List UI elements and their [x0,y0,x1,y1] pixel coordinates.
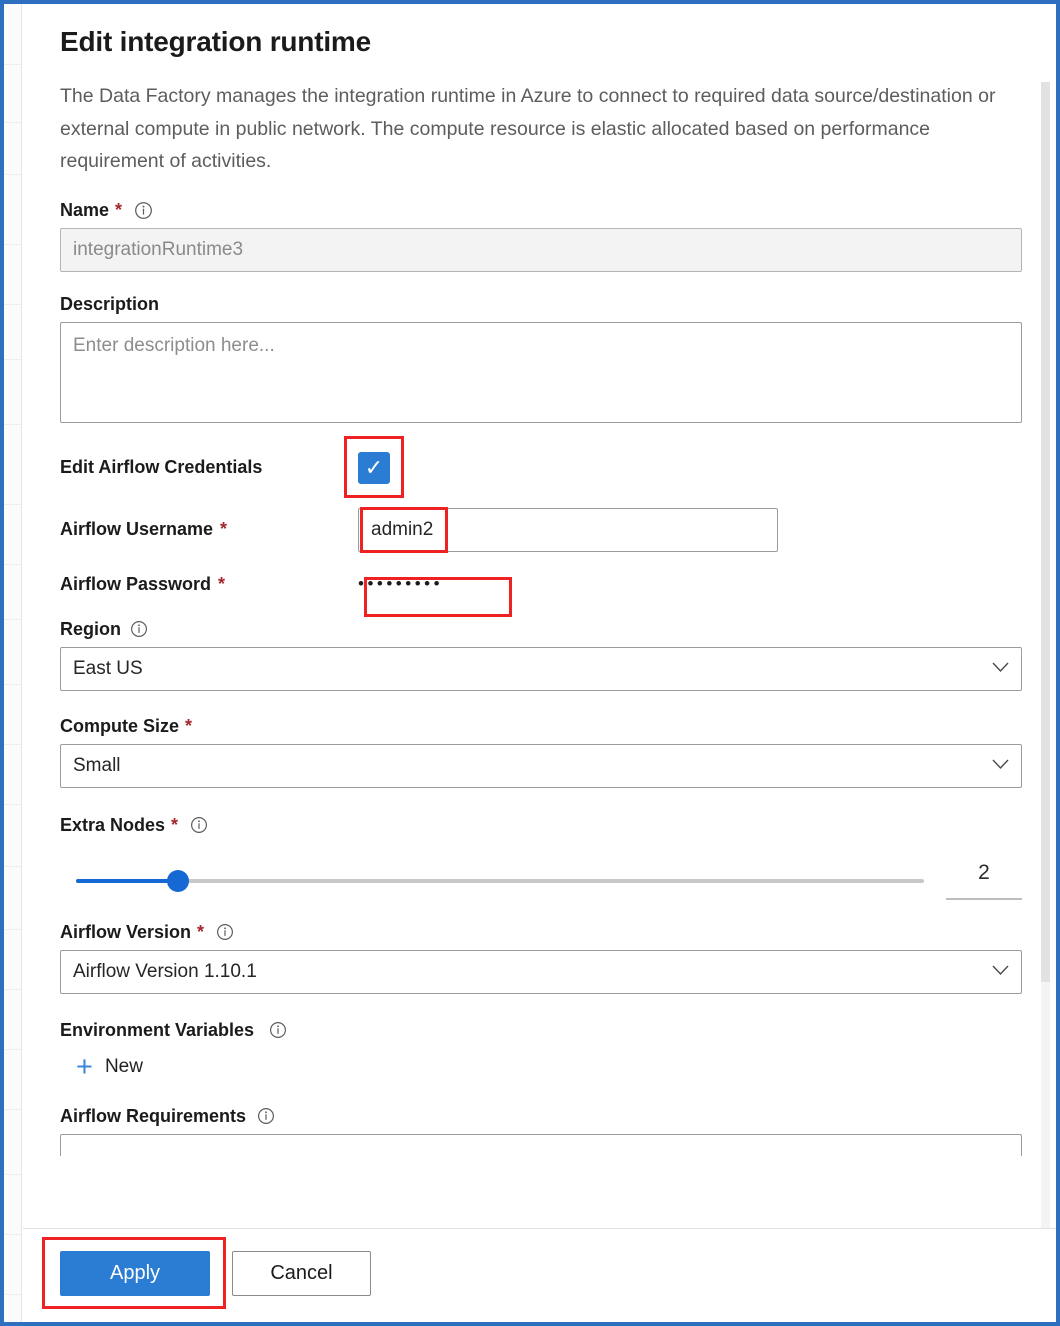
airflow-version-field-block: Airflow Version * Airflow Version 1.10.1 [60,922,1022,994]
airflow-version-label: Airflow Version * [60,922,1022,943]
blade-description-text: The Data Factory manages the integration… [60,80,1010,178]
airflow-username-required-marker: * [220,519,227,540]
info-circle-icon[interactable] [269,1021,287,1039]
airflow-requirements-label-text: Airflow Requirements [60,1106,246,1127]
info-circle-icon[interactable] [257,1107,275,1125]
description-label: Description [60,294,1022,315]
region-label: Region [60,619,1022,640]
apply-button[interactable]: Apply [60,1251,210,1296]
compute-size-selected-value: Small [73,755,121,777]
cancel-button[interactable]: Cancel [232,1251,371,1296]
environment-variables-label-text: Environment Variables [60,1020,254,1041]
cancel-button-label: Cancel [270,1262,332,1285]
airflow-password-control: ••••••••• [358,574,778,594]
edit-airflow-credentials-control: ✓ [358,452,778,484]
airflow-username-control [358,508,778,552]
airflow-password-row: Airflow Password * ••••••••• [60,574,1022,595]
plus-icon: + [76,1053,93,1082]
airflow-password-label: Airflow Password * [60,574,358,595]
description-textarea[interactable] [60,322,1022,423]
airflow-username-row: Airflow Username * [60,508,1022,552]
extra-nodes-label-text: Extra Nodes [60,815,165,836]
slider-fill [76,879,178,883]
description-field-block: Description [60,294,1022,428]
checkmark-icon: ✓ [365,457,383,479]
airflow-version-required-marker: * [197,922,204,943]
description-label-text: Description [60,294,159,315]
extra-nodes-slider[interactable] [76,866,924,896]
chevron-down-icon [992,964,1009,979]
info-circle-icon[interactable] [216,923,234,941]
extra-nodes-slider-row: 2 [60,862,1022,900]
slider-track [76,879,924,883]
compute-size-label: Compute Size * [60,716,1022,737]
edit-airflow-credentials-checkbox[interactable]: ✓ [358,452,390,484]
edit-airflow-credentials-label: Edit Airflow Credentials [60,457,358,478]
airflow-username-label: Airflow Username * [60,519,358,540]
name-required-marker: * [115,200,122,221]
airflow-requirements-field-block: Airflow Requirements [60,1106,1022,1156]
region-selected-value: East US [73,658,143,680]
airflow-username-input[interactable] [358,508,778,552]
page-title: Edit integration runtime [60,26,1022,58]
extra-nodes-required-marker: * [171,815,178,836]
slider-thumb[interactable] [167,870,189,892]
airflow-username-label-text: Airflow Username [60,519,213,540]
name-label: Name * [60,200,1022,221]
airflow-version-label-text: Airflow Version [60,922,191,943]
region-label-text: Region [60,619,121,640]
extra-nodes-value[interactable]: 2 [946,862,1022,900]
info-circle-icon[interactable] [130,620,148,638]
info-circle-icon[interactable] [190,816,208,834]
environment-variables-field-block: Environment Variables + New [60,1020,1022,1082]
compute-size-field-block: Compute Size * Small [60,716,1022,788]
airflow-requirements-label: Airflow Requirements [60,1106,1022,1127]
chevron-down-icon [992,758,1009,773]
airflow-password-masked-value: ••••••••• [358,574,443,594]
add-environment-variable-label: New [105,1056,143,1078]
airflow-version-select[interactable]: Airflow Version 1.10.1 [60,950,1022,994]
blade-content-scroll-area: Edit integration runtime The Data Factor… [23,4,1056,1228]
scrollbar-thumb[interactable] [1041,82,1050,982]
chevron-down-icon [992,661,1009,676]
extra-nodes-label: Extra Nodes * [60,815,1022,836]
edit-integration-runtime-blade: Edit integration runtime The Data Factor… [23,4,1056,1322]
region-field-block: Region East US [60,619,1022,691]
name-label-text: Name [60,200,109,221]
add-environment-variable-button[interactable]: + New [76,1053,143,1082]
background-panel-strip [4,4,22,1322]
name-input[interactable] [60,228,1022,272]
info-circle-icon[interactable] [134,201,153,220]
browser-window: Edit integration runtime The Data Factor… [0,0,1060,1326]
name-field-block: Name * [60,200,1022,272]
footer-button-row: Apply Cancel [60,1251,1056,1296]
airflow-password-required-marker: * [218,574,225,595]
environment-variables-label: Environment Variables [60,1020,1022,1041]
extra-nodes-field-block: Extra Nodes * 2 [60,815,1022,900]
airflow-password-input[interactable]: ••••••••• [358,574,778,594]
airflow-requirements-input[interactable] [60,1134,1022,1156]
compute-size-label-text: Compute Size [60,716,179,737]
edit-airflow-credentials-row: Edit Airflow Credentials ✓ [60,452,1022,484]
apply-button-label: Apply [110,1262,160,1285]
vertical-scrollbar[interactable] [1041,82,1050,1228]
compute-size-required-marker: * [185,716,192,737]
region-select[interactable]: East US [60,647,1022,691]
blade-footer: Apply Cancel [23,1228,1056,1322]
airflow-password-label-text: Airflow Password [60,574,211,595]
compute-size-select[interactable]: Small [60,744,1022,788]
airflow-version-selected-value: Airflow Version 1.10.1 [73,961,257,983]
